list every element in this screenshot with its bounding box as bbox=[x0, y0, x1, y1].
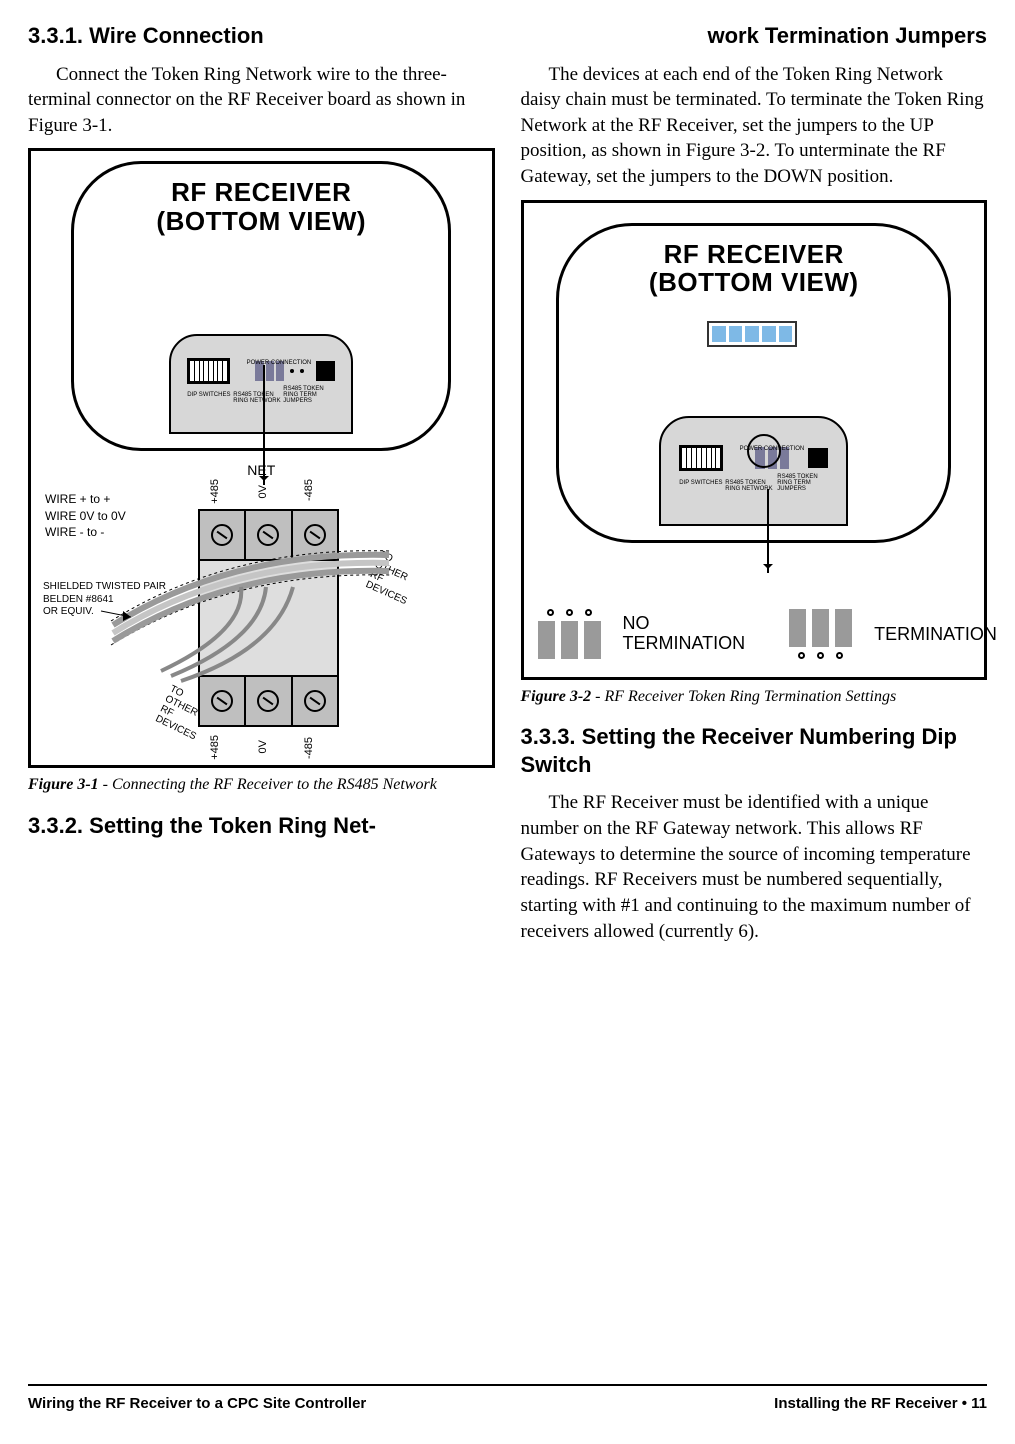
terminal-bottom bbox=[198, 675, 339, 727]
label-dip: DIP SWITCHES bbox=[187, 392, 230, 398]
caption-text: - RF Receiver Token Ring Termination Set… bbox=[591, 688, 896, 705]
heading-3-3-3: 3.3.3. Setting the Receiver Numbering Di… bbox=[521, 723, 988, 778]
heading-3-3-1: 3.3.1. Wire Connection bbox=[28, 22, 495, 50]
device-panel: DIP SWITCHES RS485 TOKEN RING NETWORK RS… bbox=[659, 416, 848, 526]
terminal-center bbox=[198, 561, 339, 675]
heading-3-3-2-part2: work Termination Jumpers bbox=[521, 22, 988, 50]
label-shielded: SHIELDED TWISTED PAIR BELDEN #8641 OR EQ… bbox=[43, 581, 166, 619]
axis-plus485-top: +485 bbox=[208, 479, 223, 504]
label-term: RS485 TOKEN RING TERM JUMPERS bbox=[777, 474, 817, 492]
termination-jumper bbox=[789, 609, 852, 659]
label-wire-plus: WIRE + to + bbox=[45, 491, 126, 507]
device-title: RF RECEIVER (BOTTOM VIEW) bbox=[74, 178, 448, 235]
label-termination: TERMINATION bbox=[874, 622, 997, 646]
dip-switch-icon bbox=[679, 445, 723, 471]
terminal-top bbox=[198, 509, 339, 561]
dot-icon bbox=[290, 369, 294, 373]
dot-icon bbox=[300, 369, 304, 373]
figure-3-2: RF RECEIVER (BOTTOM VIEW) DIP bbox=[521, 200, 988, 680]
device-title-l1: RF RECEIVER bbox=[171, 177, 351, 207]
para-3-3-1: Connect the Token Ring Network wire to t… bbox=[28, 62, 495, 139]
device-title: RF RECEIVER (BOTTOM VIEW) bbox=[559, 240, 948, 297]
label-rs485: RS485 TOKEN RING NETWORK bbox=[233, 392, 280, 404]
heading-3-3-2-part1: 3.3.2. Setting the Token Ring Net- bbox=[28, 812, 495, 840]
power-block-icon bbox=[316, 361, 335, 381]
caption-text: - Connecting the RF Receiver to the RS48… bbox=[99, 776, 437, 793]
label-to-other-right: TO OTHER RF DEVICES bbox=[364, 549, 422, 607]
label-rs485: RS485 TOKEN RING NETWORK bbox=[725, 480, 772, 492]
page-footer: Wiring the RF Receiver to a CPC Site Con… bbox=[28, 1384, 987, 1414]
caption-num: Figure 3-2 bbox=[521, 688, 592, 705]
axis-plus485-bot: +485 bbox=[208, 735, 223, 760]
label-no-termination: NO TERMINATION bbox=[623, 614, 746, 654]
caption-fig-3-2: Figure 3-2 - RF Receiver Token Ring Term… bbox=[521, 686, 988, 708]
chip-slot-icon bbox=[707, 321, 797, 347]
axis-minus485-top: -485 bbox=[302, 479, 317, 501]
footer-right: Installing the RF Receiver • 11 bbox=[774, 1394, 987, 1414]
caption-num: Figure 3-1 bbox=[28, 776, 99, 793]
label-dip: DIP SWITCHES bbox=[679, 480, 722, 486]
label-wire-0v: WIRE 0V to 0V bbox=[45, 508, 126, 524]
caption-fig-3-1: Figure 3-1 - Connecting the RF Receiver … bbox=[28, 774, 495, 796]
label-term: RS485 TOKEN RING TERM JUMPERS bbox=[283, 386, 323, 404]
label-power: POWER CONNECTION bbox=[740, 446, 805, 452]
dip-switch-icon bbox=[187, 358, 230, 384]
para-3-3-3: The RF Receiver must be identified with … bbox=[521, 790, 988, 944]
arrow-icon bbox=[767, 489, 769, 573]
device-panel: DIP SWITCHES RS485 TOKEN RING NETWORK RS… bbox=[169, 334, 353, 434]
label-power: POWER CONNECTION bbox=[247, 360, 312, 366]
termination-row: NO TERMINATION TERMINATION bbox=[538, 609, 971, 659]
no-termination-jumper bbox=[538, 609, 601, 659]
device-title-l1: RF RECEIVER bbox=[664, 239, 844, 269]
wire-labels: WIRE + to + WIRE 0V to 0V WIRE - to - bbox=[45, 491, 126, 540]
terminal-block: +485 0V -485 +485 0V -485 bbox=[176, 483, 361, 743]
rf-receiver-outline: RF RECEIVER (BOTTOM VIEW) bbox=[71, 161, 451, 451]
para-3-3-2: The devices at each end of the Token Rin… bbox=[521, 62, 988, 190]
axis-0v-top: 0V bbox=[256, 485, 271, 498]
axis-0v-bot: 0V bbox=[256, 740, 271, 753]
device-title-l2: (BOTTOM VIEW) bbox=[649, 267, 859, 297]
rf-receiver-outline: RF RECEIVER (BOTTOM VIEW) DIP bbox=[556, 223, 951, 543]
label-net: NET bbox=[247, 461, 275, 480]
footer-left: Wiring the RF Receiver to a CPC Site Con… bbox=[28, 1394, 366, 1414]
label-wire-minus: WIRE - to - bbox=[45, 524, 126, 540]
device-title-l2: (BOTTOM VIEW) bbox=[156, 206, 366, 236]
axis-minus485-bot: -485 bbox=[302, 737, 317, 759]
power-block-icon bbox=[808, 448, 828, 468]
figure-3-1: RF RECEIVER (BOTTOM VIEW) bbox=[28, 148, 495, 768]
